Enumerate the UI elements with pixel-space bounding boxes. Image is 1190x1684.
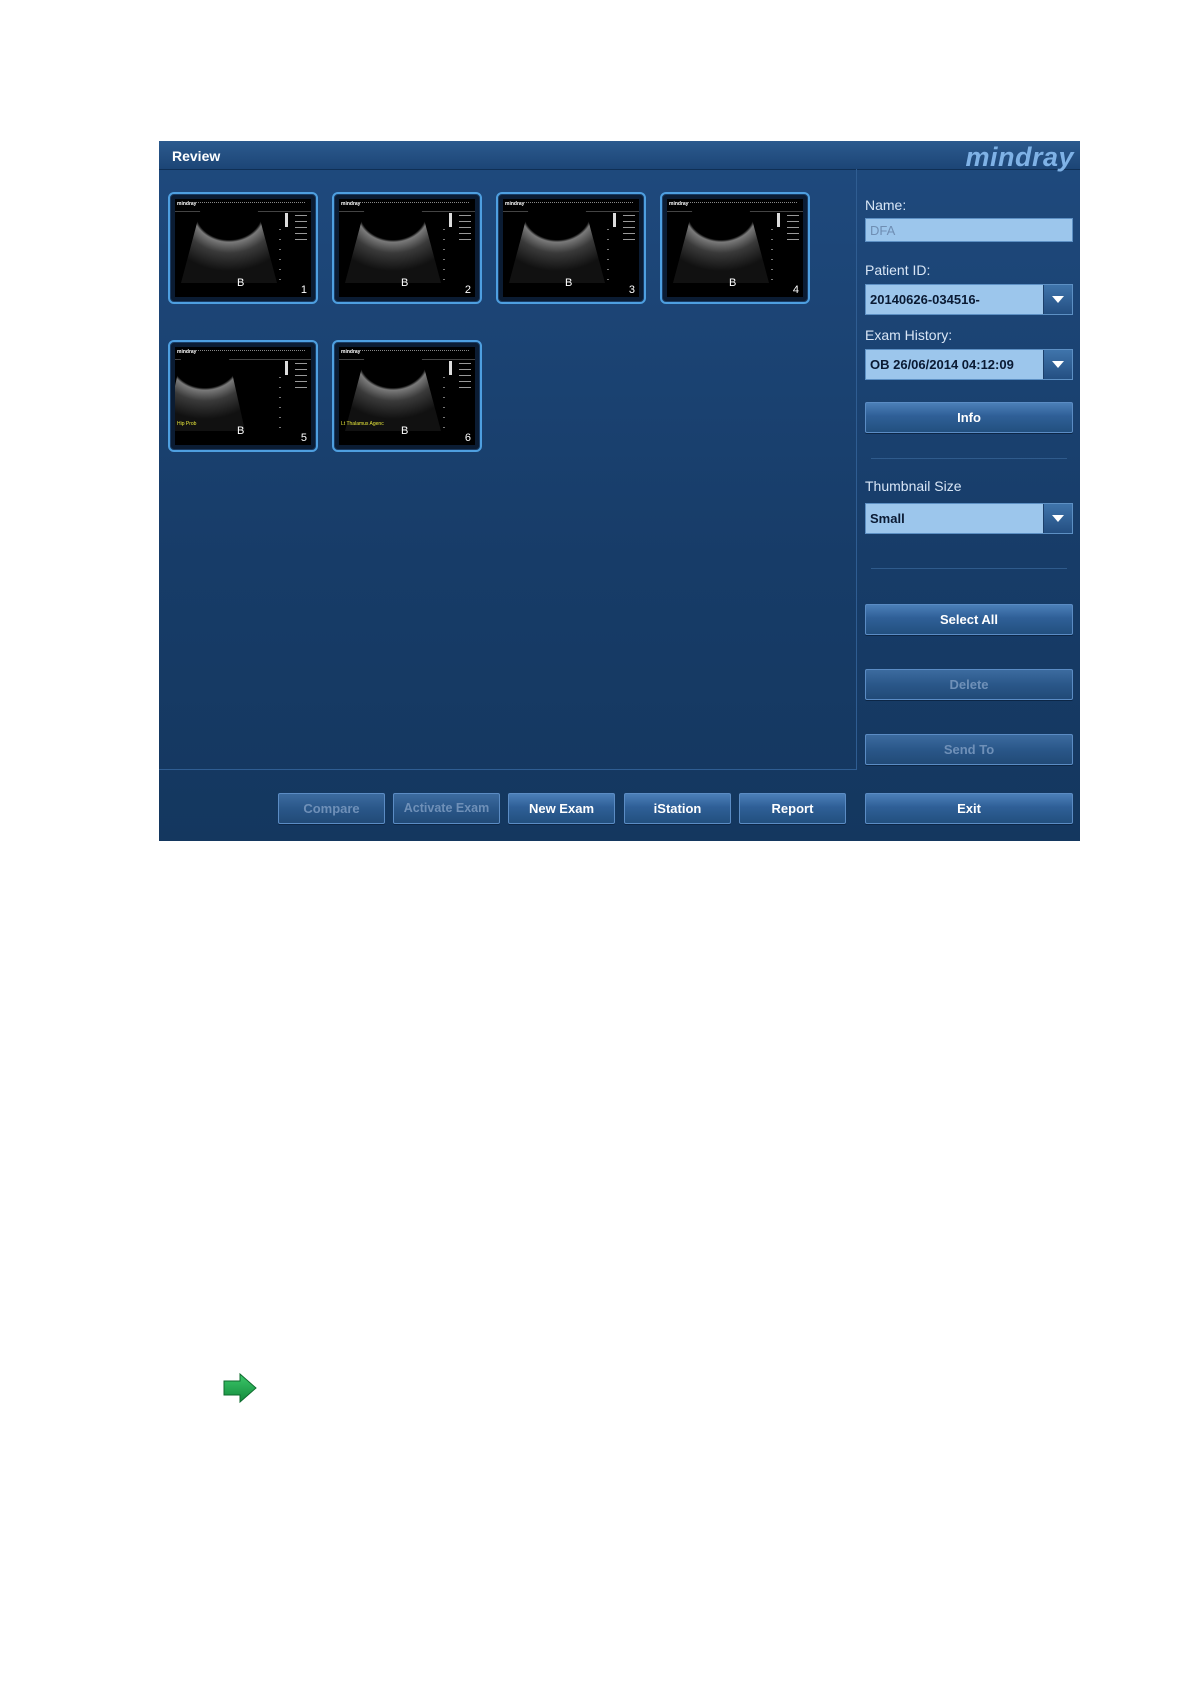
depth-ticks [443, 229, 445, 289]
thumbnail-size-value: Small [870, 511, 905, 526]
thumb-number: 4 [792, 284, 799, 296]
param-list [459, 363, 471, 393]
dropdown-arrow-icon[interactable] [1043, 350, 1072, 379]
exit-button[interactable]: Exit [865, 793, 1073, 824]
depth-ticks [771, 229, 773, 289]
scan-sector [509, 211, 605, 283]
divider [871, 458, 1067, 459]
ultrasound-image: mindray Lt Thalamus Agenc B 6 [339, 347, 475, 445]
select-all-button[interactable]: Select All [865, 604, 1073, 635]
patient-id-dropdown[interactable]: 20140626-034516- [865, 284, 1073, 315]
scan-sector [345, 211, 441, 283]
thumb-brand: mindray [505, 201, 525, 207]
title-bar: Review mindray [159, 141, 1080, 172]
divider [871, 568, 1067, 569]
ultrasound-image: mindray B 1 [175, 199, 311, 297]
thumb-number: 3 [628, 284, 635, 296]
name-field[interactable]: DFA [865, 218, 1073, 242]
thumb-brand: mindray [341, 349, 361, 355]
depth-ticks [279, 229, 281, 289]
thumbnail-6[interactable]: mindray Lt Thalamus Agenc B 6 [332, 340, 482, 452]
thumb-mode: B [401, 277, 409, 289]
istation-button[interactable]: iStation [624, 793, 731, 824]
scan-sector [673, 211, 769, 283]
thumbnail-size-dropdown[interactable]: Small [865, 503, 1073, 534]
thumb-mode: B [729, 277, 737, 289]
thumb-header [195, 350, 305, 353]
info-button[interactable]: Info [865, 402, 1073, 433]
gray-scale-bar [449, 361, 452, 375]
thumb-number: 6 [464, 432, 471, 444]
report-button[interactable]: Report [739, 793, 846, 824]
thumbnail-gallery: mindray B 1 mindray B 2 mindray B 3 mind… [159, 169, 857, 770]
exam-history-value: OB 26/06/2014 04:12:09 [870, 357, 1014, 372]
thumb-brand: mindray [177, 201, 197, 207]
thumbnail-3[interactable]: mindray B 3 [496, 192, 646, 304]
scan-sector [181, 211, 277, 283]
new-exam-button[interactable]: New Exam [508, 793, 615, 824]
name-label: Name: [865, 197, 907, 213]
thumb-header [359, 202, 469, 205]
thumb-brand: mindray [341, 201, 361, 207]
dropdown-arrow-icon[interactable] [1043, 504, 1072, 533]
gray-scale-bar [285, 361, 288, 375]
review-window: Review mindray mindray B 1 mindray B 2 m… [159, 141, 1080, 841]
name-value: DFA [870, 223, 896, 238]
right-arrow-icon [222, 1372, 258, 1409]
ultrasound-image: mindray B 4 [667, 199, 803, 297]
param-list [623, 215, 635, 245]
thumb-brand: mindray [669, 201, 689, 207]
param-list [787, 215, 799, 245]
thumbnail-2[interactable]: mindray B 2 [332, 192, 482, 304]
thumb-mode: B [401, 425, 409, 437]
thumb-number: 1 [300, 284, 307, 296]
thumb-brand: mindray [177, 349, 197, 355]
depth-ticks [279, 377, 281, 437]
delete-button[interactable]: Delete [865, 669, 1073, 700]
brand-logo: mindray [965, 142, 1074, 172]
exam-history-label: Exam History: [865, 327, 953, 343]
thumbnail-size-label: Thumbnail Size [865, 478, 962, 494]
ultrasound-image: mindray Hip Prob B 5 [175, 347, 311, 445]
ultrasound-image: mindray B 2 [339, 199, 475, 297]
thumbnail-1[interactable]: mindray B 1 [168, 192, 318, 304]
thumb-number: 5 [300, 432, 307, 444]
param-list [295, 363, 307, 393]
activate-exam-button[interactable]: Activate Exam [393, 793, 500, 824]
thumb-number: 2 [464, 284, 471, 296]
compare-button[interactable]: Compare [278, 793, 385, 824]
window-title: Review [172, 148, 221, 164]
thumb-annotation: Hip Prob [177, 421, 197, 427]
gray-scale-bar [613, 213, 616, 227]
ultrasound-image: mindray B 3 [503, 199, 639, 297]
thumb-header [523, 202, 633, 205]
param-list [459, 215, 471, 245]
gray-scale-bar [449, 213, 452, 227]
gray-scale-bar [777, 213, 780, 227]
send-to-button[interactable]: Send To [865, 734, 1073, 765]
thumb-header [195, 202, 305, 205]
thumb-header [687, 202, 797, 205]
gray-scale-bar [285, 213, 288, 227]
patient-id-label: Patient ID: [865, 262, 931, 278]
thumbnail-5[interactable]: mindray Hip Prob B 5 [168, 340, 318, 452]
thumb-mode: B [565, 277, 573, 289]
exam-history-dropdown[interactable]: OB 26/06/2014 04:12:09 [865, 349, 1073, 380]
patient-id-value: 20140626-034516- [870, 292, 980, 307]
thumbnail-4[interactable]: mindray B 4 [660, 192, 810, 304]
depth-ticks [607, 229, 609, 289]
thumb-header [359, 350, 469, 353]
thumb-annotation: Lt Thalamus Agenc [341, 421, 384, 427]
dropdown-arrow-icon[interactable] [1043, 285, 1072, 314]
thumb-mode: B [237, 425, 245, 437]
param-list [295, 215, 307, 245]
depth-ticks [443, 377, 445, 437]
thumb-mode: B [237, 277, 245, 289]
